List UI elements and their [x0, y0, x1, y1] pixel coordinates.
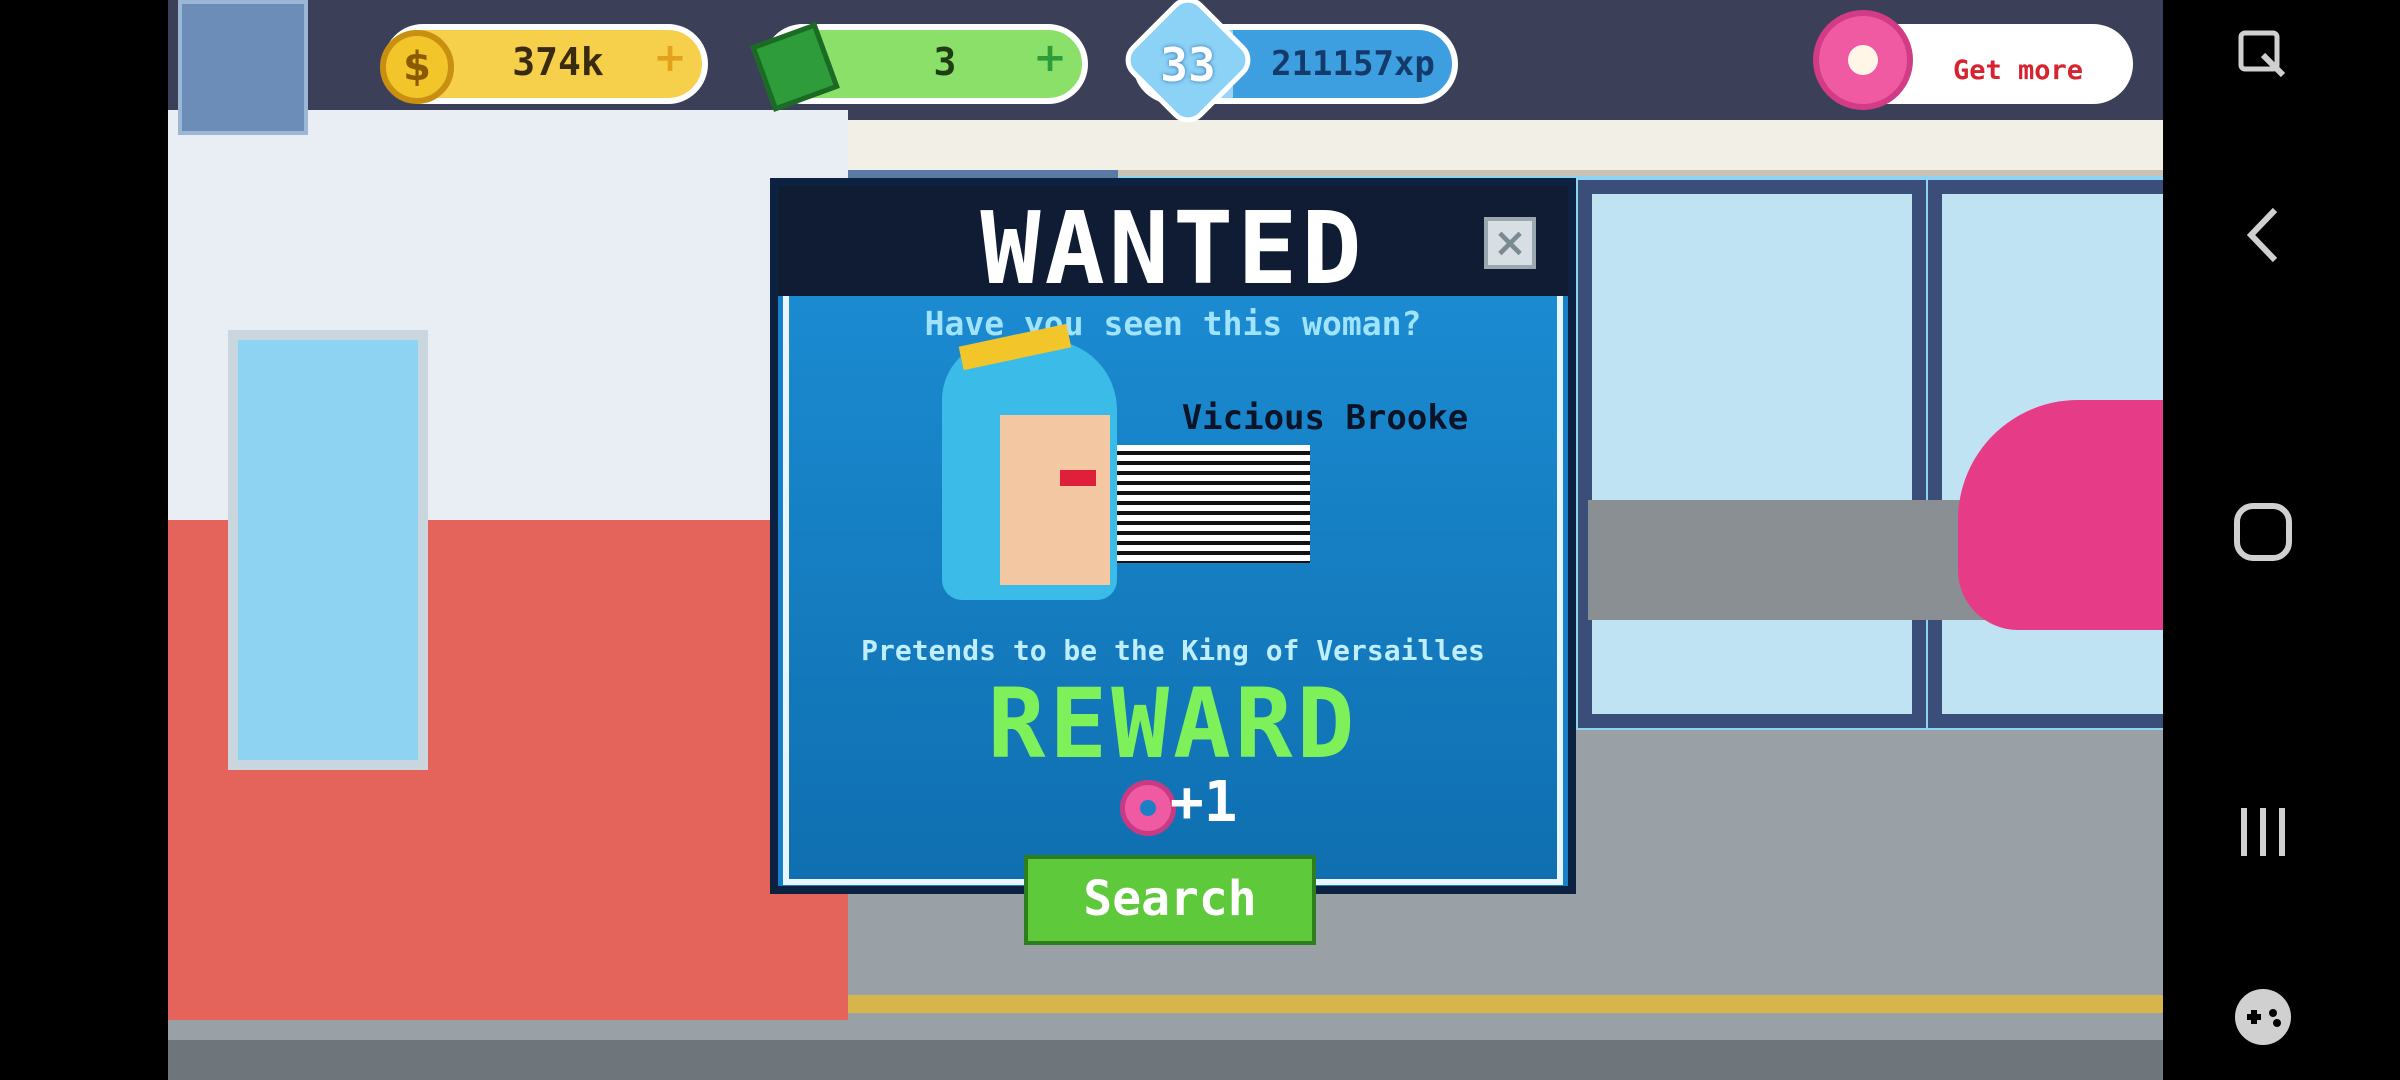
train-window — [228, 330, 428, 770]
recents-icon[interactable] — [2223, 800, 2303, 880]
floor-bottom — [168, 1040, 2163, 1080]
ceiling-rail — [648, 120, 2163, 176]
cash-value: 3 — [933, 40, 957, 84]
avatar[interactable] — [178, 0, 308, 135]
search-button[interactable]: Search — [1024, 855, 1316, 945]
close-icon[interactable]: × — [1484, 217, 1536, 269]
car-chassis — [1588, 500, 2008, 620]
garage-window — [1578, 180, 1926, 728]
game-launcher-icon[interactable] — [2223, 985, 2303, 1065]
plus-icon[interactable]: + — [650, 38, 690, 78]
suspect-lips — [1060, 470, 1096, 486]
dialog-title: WANTED — [980, 190, 1366, 307]
suspect-face — [1000, 415, 1110, 585]
back-icon[interactable] — [2223, 200, 2303, 280]
level-value: 33 — [1160, 38, 1216, 92]
donut-hole — [1848, 45, 1878, 75]
donut-hole — [1140, 800, 1156, 816]
xp-value: 211157xp — [1271, 44, 1435, 84]
coin-icon: $ — [380, 30, 454, 104]
get-more-label: Get more — [1952, 55, 2084, 86]
wanted-question: Have you seen this woman? — [924, 304, 1422, 343]
coins-value: 374k — [512, 40, 604, 84]
reward-amount: +1 — [1170, 770, 1238, 835]
reward-title: REWARD — [987, 668, 1359, 780]
suspect-name: Vicious Brooke — [1181, 398, 1469, 438]
suspect-description: Pretends to be the King of Versailles — [861, 634, 1485, 667]
screen-capture-icon[interactable] — [2223, 25, 2303, 105]
home-icon[interactable] — [2223, 500, 2303, 580]
system-nav-bar — [2163, 0, 2400, 1080]
plus-icon[interactable]: + — [1030, 38, 1070, 78]
